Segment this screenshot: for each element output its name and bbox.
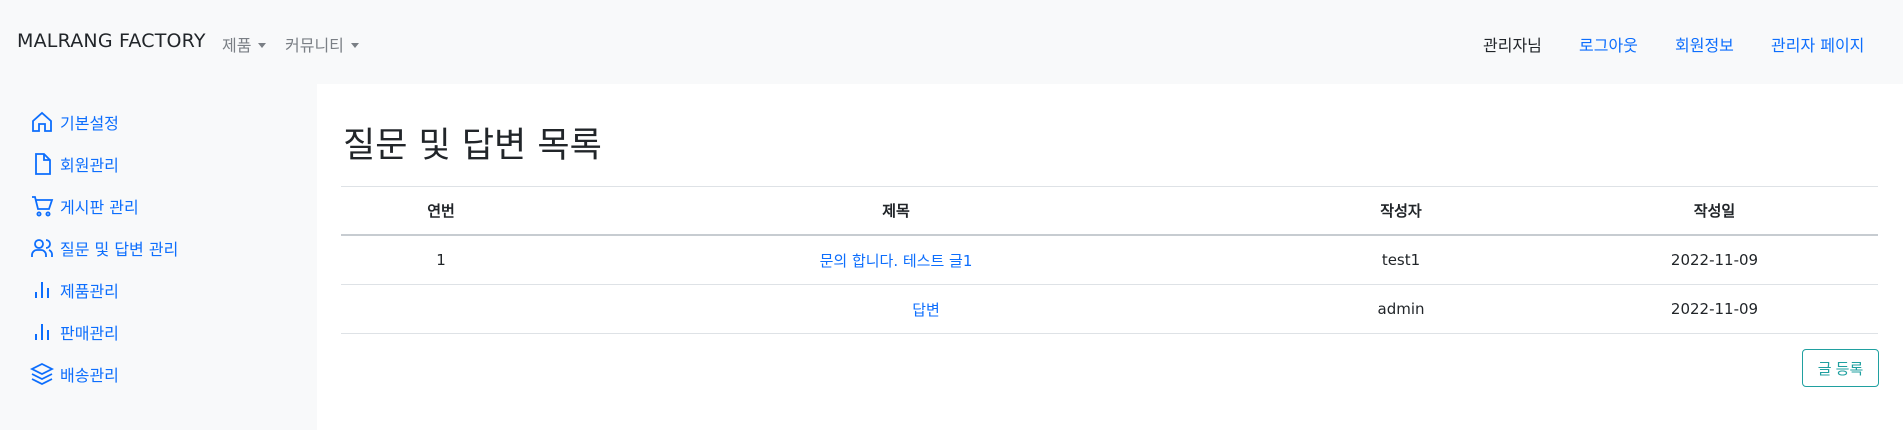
sidebar-item-board-management[interactable]: 게시판 관리 xyxy=(30,194,139,218)
logout-link[interactable]: 로그아웃 xyxy=(1579,32,1638,56)
bar-chart-icon xyxy=(35,282,49,298)
community-dropdown-label: 커뮤니티 xyxy=(285,36,344,55)
sidebar-item-member-management[interactable]: 회원관리 xyxy=(30,152,119,176)
sidebar-item-basic-settings[interactable]: 기본설정 xyxy=(30,110,119,134)
sidebar-item-product-management[interactable]: 제품관리 xyxy=(30,278,119,302)
row-author: admin xyxy=(1377,300,1425,318)
sidebar: 기본설정 회원관리 게시판 관리 질문 및 답변 관리 제품관리 판매관리 배송… xyxy=(0,84,317,430)
file-icon xyxy=(35,153,51,175)
bar-chart-icon xyxy=(35,324,49,340)
brand-logo[interactable]: MALRANG FACTORY xyxy=(17,30,206,52)
table-header-row: 연번 제목 작성자 작성일 xyxy=(341,186,1878,236)
write-post-button[interactable]: 글 등록 xyxy=(1802,349,1879,387)
caret-down-icon xyxy=(258,42,267,48)
row-title-cell: 답변 xyxy=(541,285,1251,333)
sidebar-item-label: 질문 및 답변 관리 xyxy=(60,240,179,259)
admin-page-link[interactable]: 관리자 페이지 xyxy=(1771,32,1864,56)
sidebar-item-shipping-management[interactable]: 배송관리 xyxy=(30,362,119,386)
caret-down-icon xyxy=(350,42,359,48)
reply-title-link[interactable]: 답변 xyxy=(912,299,940,320)
home-icon xyxy=(32,111,52,132)
row-date: 2022-11-09 xyxy=(1670,251,1759,269)
layers-icon xyxy=(30,362,54,386)
table-row: 답변 admin 2022-11-09 xyxy=(341,285,1878,334)
page-title: 질문 및 답변 목록 xyxy=(343,126,602,166)
member-info-link[interactable]: 회원정보 xyxy=(1675,32,1734,56)
sidebar-item-sales-management[interactable]: 판매관리 xyxy=(30,320,119,344)
sidebar-item-label: 배송관리 xyxy=(60,366,119,385)
row-author: test1 xyxy=(1381,251,1421,269)
sidebar-item-label: 판매관리 xyxy=(60,324,119,343)
sidebar-item-label: 기본설정 xyxy=(60,114,119,133)
users-icon xyxy=(31,239,53,257)
products-dropdown[interactable]: 제품 xyxy=(222,32,267,56)
sidebar-item-label: 게시판 관리 xyxy=(60,198,139,217)
top-navbar: MALRANG FACTORY 제품 커뮤니티 관리자님 로그아웃 회원정보 관… xyxy=(0,0,1903,84)
cart-icon xyxy=(32,196,54,217)
admin-greeting: 관리자님 xyxy=(1483,36,1542,55)
table-row: 1 문의 합니다. 테스트 글1 test1 2022-11-09 xyxy=(341,236,1878,285)
column-header-no: 연번 xyxy=(427,202,455,220)
column-header-title: 제목 xyxy=(882,202,910,220)
row-date: 2022-11-09 xyxy=(1670,300,1759,318)
row-number xyxy=(341,285,541,333)
qna-table: 연번 제목 작성자 작성일 1 문의 합니다. 테스트 글1 test1 202… xyxy=(341,186,1878,334)
sidebar-item-label: 회원관리 xyxy=(60,156,119,175)
row-title-cell: 문의 합니다. 테스트 글1 xyxy=(541,236,1251,284)
sidebar-item-label: 제품관리 xyxy=(60,282,119,301)
column-header-author: 작성자 xyxy=(1380,202,1422,220)
row-number: 1 xyxy=(436,251,446,269)
products-dropdown-label: 제품 xyxy=(222,36,252,55)
main-content: 질문 및 답변 목록 연번 제목 작성자 작성일 1 문의 합니다. 테스트 글… xyxy=(317,84,1903,430)
column-header-date: 작성일 xyxy=(1693,202,1736,220)
post-title-link[interactable]: 문의 합니다. 테스트 글1 xyxy=(820,250,973,271)
community-dropdown[interactable]: 커뮤니티 xyxy=(285,32,359,56)
sidebar-item-qna-management[interactable]: 질문 및 답변 관리 xyxy=(30,236,178,260)
